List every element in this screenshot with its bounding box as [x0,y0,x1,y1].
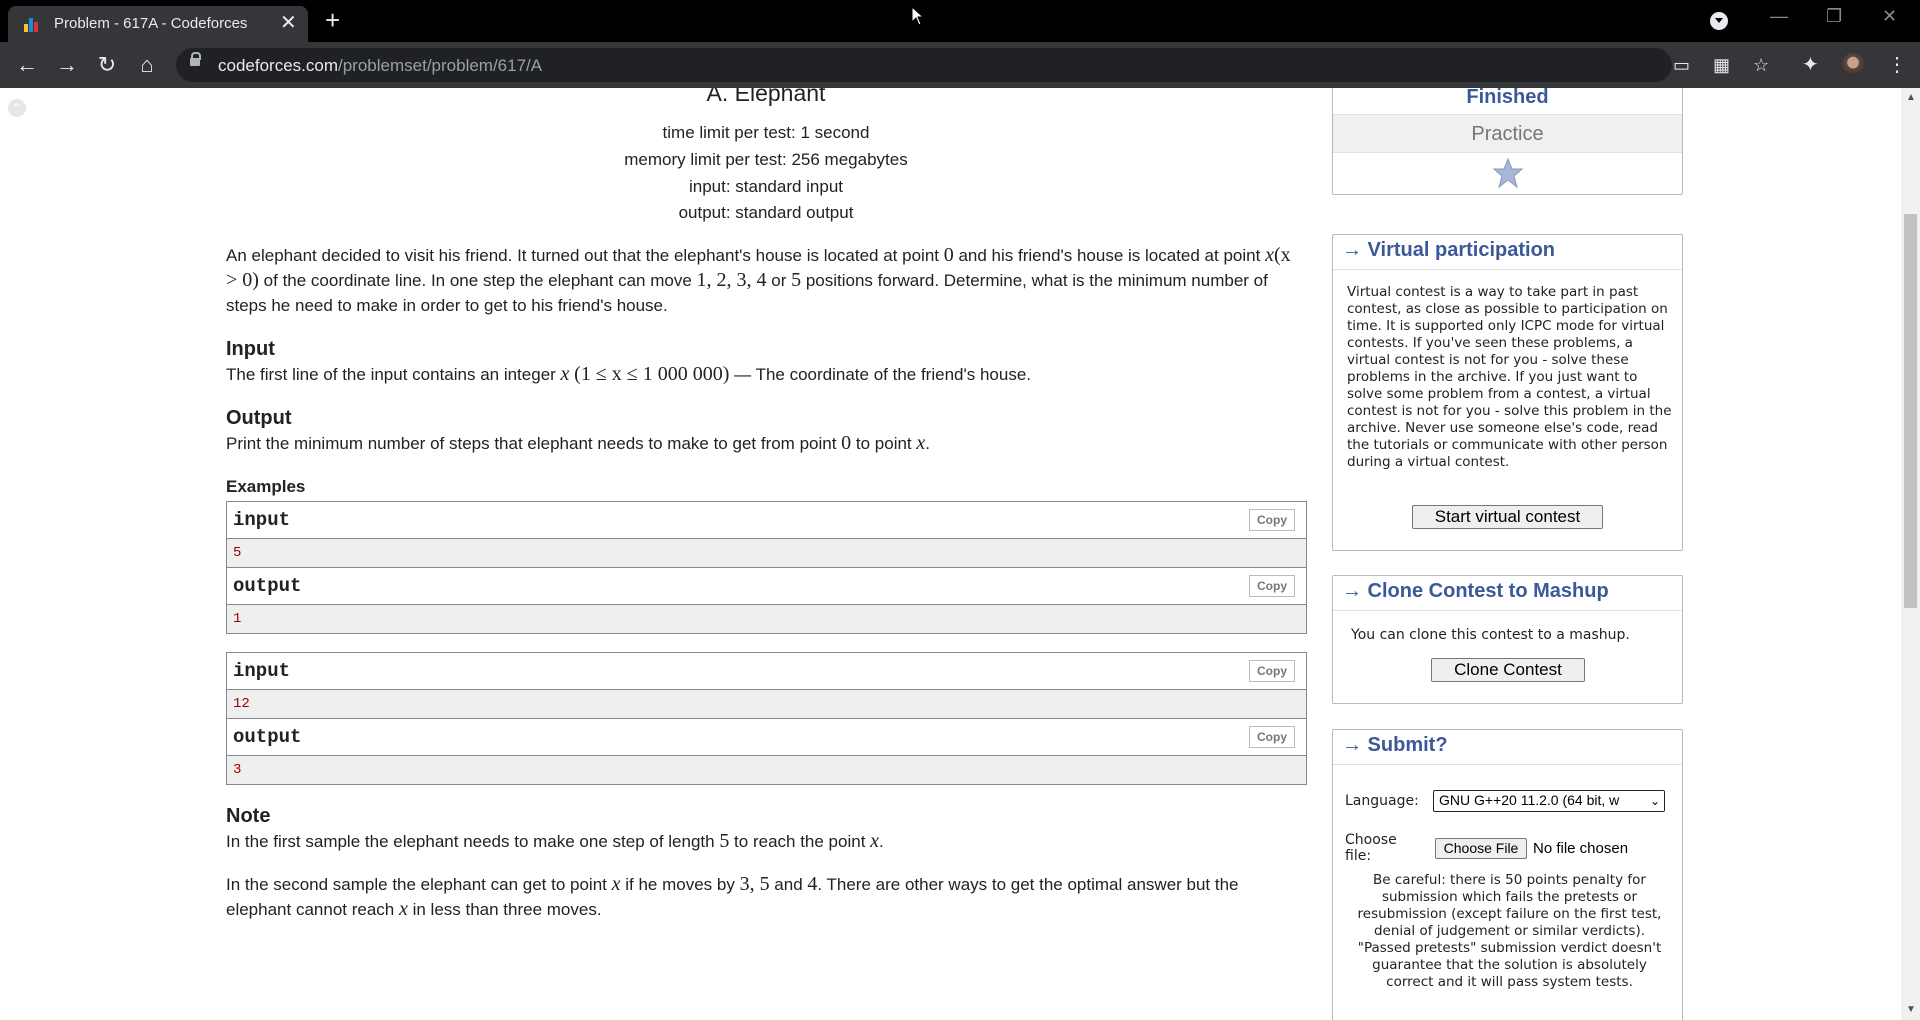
memory-limit: memory limit per test: 256 megabytes [624,150,908,169]
contest-info-box: Finished Practice [1332,88,1683,195]
back-icon[interactable]: ← [14,52,40,78]
browser-tab[interactable]: Problem - 617A - Codeforces ✕ [8,6,308,42]
output-section-title: Output [226,407,292,429]
address-bar[interactable]: codeforces.com/problemset/problem/617/A … [176,48,1769,82]
reload-icon[interactable]: ↻ [94,52,120,78]
bookmark-star-icon[interactable]: ☆ [1753,55,1769,76]
problem-legend: An elephant decided to visit his friend.… [226,244,1291,315]
tab-title: Problem - 617A - Codeforces [54,15,248,32]
url-text: codeforces.com/problemset/problem/617/A [218,56,543,75]
penalty-warning: Be careful: there is 50 points penalty f… [1357,872,1662,990]
lock-icon[interactable] [190,52,201,66]
forward-icon[interactable]: → [54,52,80,78]
sample-input-value: 12 [233,696,250,712]
restore-icon[interactable]: ❐ [1826,6,1842,27]
submit-title: → Submit? [1342,734,1448,756]
contest-status: Finished [1466,88,1549,108]
virtual-participation-text: Virtual contest is a way to take part in… [1347,284,1672,470]
scroll-down-arrow-icon[interactable]: ▼ [1906,1004,1916,1015]
input-section-title: Input [226,338,275,360]
language-select[interactable]: GNU G++20 11.2.0 (64 bit, w ⌄ [1433,790,1665,812]
sample-output-header: output Copy [227,719,1306,756]
tab-close-icon[interactable]: ✕ [280,11,297,35]
favourite-star-icon[interactable] [1492,157,1524,189]
clone-contest-button[interactable]: Clone Contest [1431,658,1585,682]
profile-avatar[interactable] [1841,53,1865,77]
scrollbar-thumb[interactable] [1904,214,1917,608]
input-specification: The first line of the input contains an … [226,363,1031,385]
output-specification: Print the minimum number of steps that e… [226,432,930,454]
clone-contest-title: → Clone Contest to Mashup [1342,580,1609,602]
copy-output-button[interactable]: Copy [1249,575,1295,597]
clone-contest-box: → Clone Contest to Mashup You can clone … [1332,575,1683,704]
clone-contest-header: → Clone Contest to Mashup [1333,576,1682,611]
note-section-title: Note [226,805,271,827]
copy-input-button[interactable]: Copy [1249,660,1295,682]
page-scrollbar[interactable]: ▲ ▼ [1901,88,1920,1020]
sample-input-body: 12 [227,690,1306,718]
scroll-up-icon[interactable]: ⌃ [8,99,26,117]
sample-output-header: output Copy [227,568,1306,605]
virtual-participation-header: → Virtual participation [1333,235,1682,270]
note-paragraph-2: In the second sample the elephant can ge… [226,873,1239,920]
examples-title: Examples [226,477,306,496]
language-selected-value: GNU G++20 11.2.0 (64 bit, w [1439,792,1620,808]
virtual-participation-box: → Virtual participation Virtual contest … [1332,234,1683,551]
file-status: No file chosen [1533,840,1629,857]
sample-output-body: 1 [227,605,1306,633]
choose-file-button[interactable]: Choose File [1435,838,1527,859]
start-virtual-contest-button[interactable]: Start virtual contest [1412,505,1603,529]
scroll-up-arrow-icon[interactable]: ▲ [1906,92,1916,103]
output-file: output: standard output [678,203,854,222]
tab-strip: Problem - 617A - Codeforces ✕ + — ❐ ✕ [0,0,1920,42]
language-label: Language: [1345,793,1419,809]
sample-output-label: output [233,575,302,597]
chevron-down-icon: ⌄ [1646,791,1664,811]
tab-search-icon[interactable] [1710,12,1728,30]
sample-output-value: 1 [233,611,242,627]
sample-output-value: 3 [233,762,242,778]
browser-toolbar: ← → ↻ ⌂ codeforces.com/problemset/proble… [0,42,1920,88]
sample-output-label: output [233,726,302,748]
new-tab-button[interactable]: + [325,5,340,35]
window-close-icon[interactable]: ✕ [1882,6,1897,27]
qr-icon[interactable]: ▦ [1713,55,1730,76]
sample-input-value: 5 [233,545,242,561]
menu-icon[interactable]: ⋮ [1887,52,1907,77]
codeforces-favicon-icon [24,18,40,32]
copy-output-button[interactable]: Copy [1249,726,1295,748]
clone-contest-text: You can clone this contest to a mashup. [1351,627,1630,643]
sample-input-header: input Copy [227,653,1306,690]
sample-test-2: input Copy 12 output Copy 3 [226,652,1307,785]
contest-mode-row: Practice [1333,115,1682,153]
time-limit: time limit per test: 1 second [662,123,870,142]
home-icon[interactable]: ⌂ [134,52,160,78]
mouse-cursor-icon [911,6,925,26]
sample-input-label: input [233,509,291,531]
sample-input-label: input [233,660,291,682]
cast-icon[interactable]: ▭ [1673,55,1690,76]
choose-file-label: Choose file: [1345,832,1397,864]
copy-input-button[interactable]: Copy [1249,509,1295,531]
note-paragraph-1: In the first sample the elephant needs t… [226,830,884,852]
contest-mode: Practice [1471,123,1544,145]
sample-input-body: 5 [227,539,1306,567]
sample-output-body: 3 [227,756,1306,784]
contest-status-row: Finished [1333,88,1682,115]
submit-header: → Submit? [1333,730,1682,765]
page-viewport: ⌃ A. Elephant time limit per test: 1 sec… [0,88,1920,1020]
submit-box: → Submit? Language: GNU G++20 11.2.0 (64… [1332,729,1683,1020]
input-file: input: standard input [688,177,844,196]
extensions-icon[interactable]: ✦ [1802,52,1819,77]
favourite-row [1333,153,1682,195]
minimize-icon[interactable]: — [1770,6,1788,27]
problem-title: A. Elephant [706,88,826,106]
sample-test-1: input Copy 5 output Copy 1 [226,501,1307,634]
virtual-participation-title: → Virtual participation [1342,239,1555,261]
sample-input-header: input Copy [227,502,1306,539]
